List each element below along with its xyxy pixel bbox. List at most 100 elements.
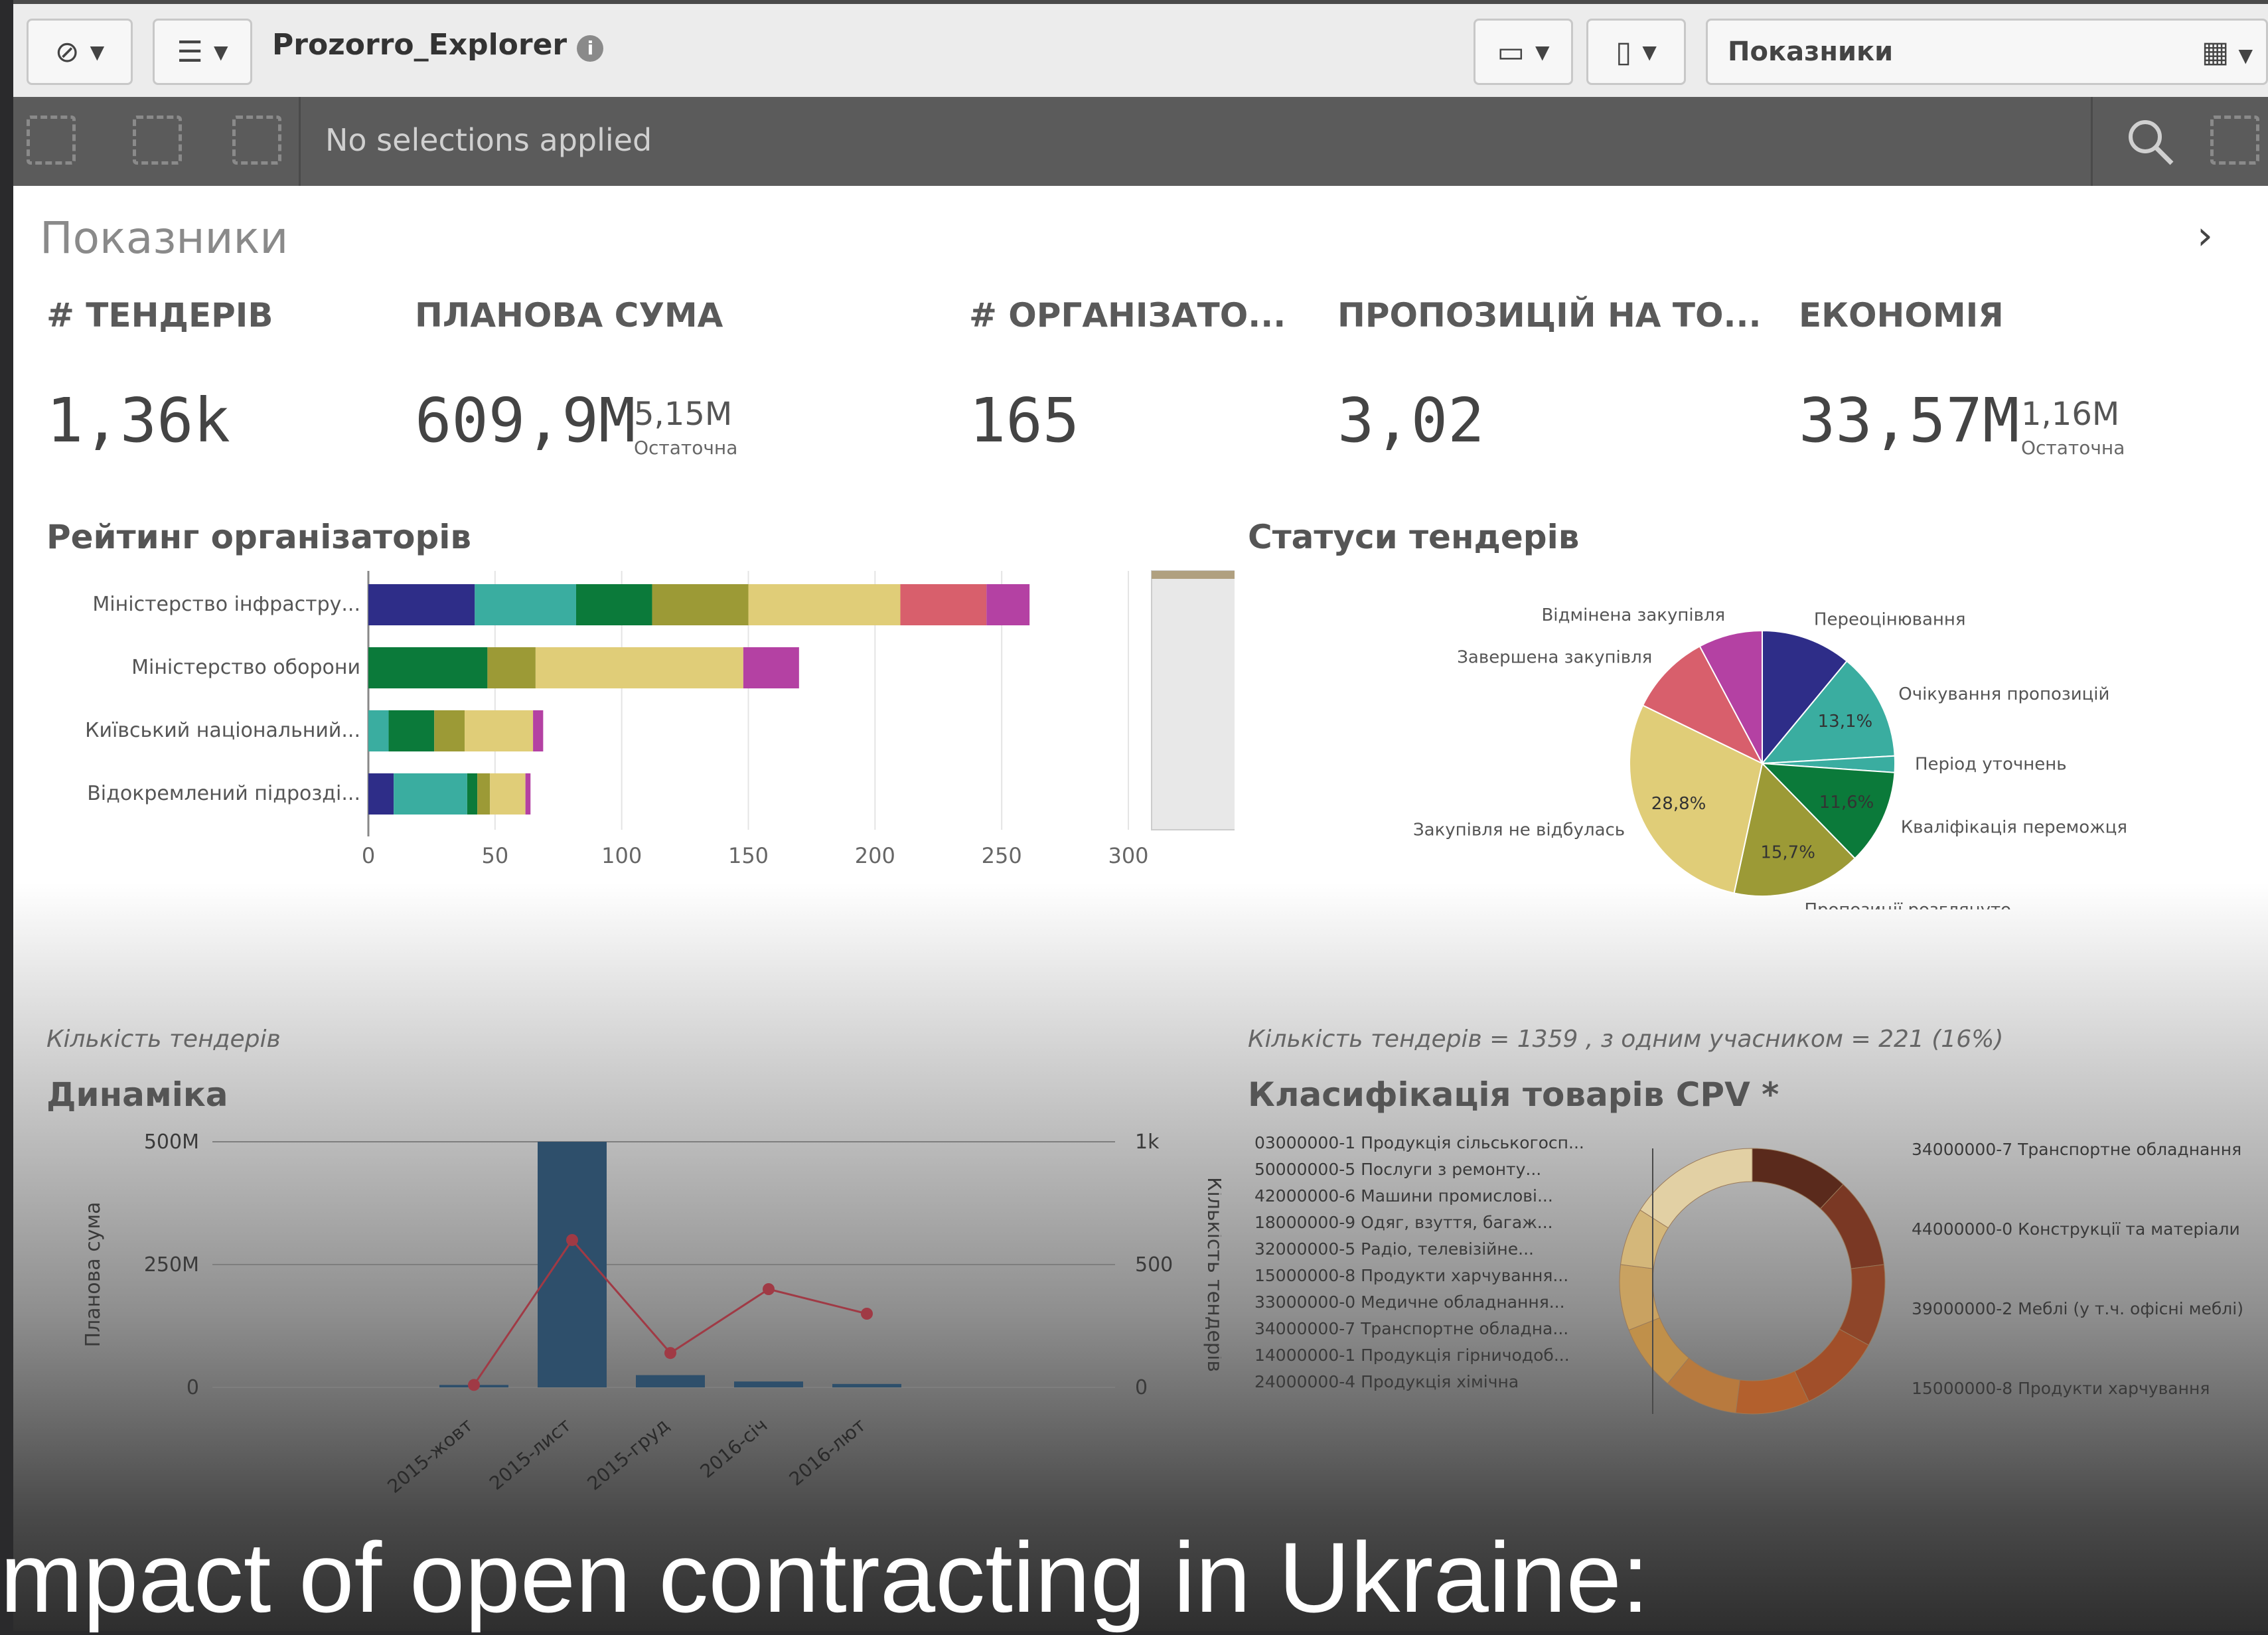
bar-segment [743, 647, 799, 688]
bar-segment [533, 710, 544, 751]
chevron-down-icon: ▼ [1642, 40, 1657, 63]
sheet-title: Показники [40, 212, 289, 264]
slice-percent-label: 28,8% [1651, 794, 1706, 814]
y2-tick-label: 1k [1135, 1130, 1160, 1154]
bar-segment [368, 773, 394, 815]
bar-segment [575, 584, 652, 625]
category-label: Міністерство інфрастру... [92, 593, 360, 616]
x-tick-label: 250 [982, 843, 1022, 868]
kpi-offers-value: 3,02 [1337, 385, 1485, 456]
scrollbar-track [1151, 570, 1235, 830]
bar-segment [368, 710, 389, 751]
x-tick-label: 2015-лист [485, 1414, 575, 1494]
bar-segment [652, 584, 749, 625]
slice-label: Завершена закупівля [1457, 647, 1652, 667]
search-icon[interactable] [2124, 116, 2177, 169]
x-tick-label: 200 [855, 843, 895, 868]
global-menu-button[interactable]: ☰ ▼ [153, 19, 252, 85]
line-point [763, 1283, 775, 1295]
chevron-right-icon[interactable]: › [2197, 212, 2213, 259]
bar-segment [535, 647, 743, 688]
dynamics-chart[interactable]: 500M 1k 250M 500 0 0 Планова сума Кількість тен… [40, 1129, 1221, 1540]
y-tick-label: 500M [144, 1130, 199, 1154]
list-icon: ☰ [177, 35, 203, 69]
kpi-planned-sum-value: 609,9M [415, 385, 636, 456]
kpi-savings-note: Остаточна [2021, 437, 2125, 459]
cpv-left-label: 34000000-7 Транспортне обладна... [1254, 1319, 1568, 1338]
rating-chart[interactable]: 0 50 100 150 200 250 300 Міністерство інфрастру… [40, 564, 1235, 909]
present-button[interactable]: ▭ ▼ [1474, 19, 1573, 85]
kpi-offers-label: ПРОПОЗИЦІЙ НА ТО... [1337, 296, 1762, 335]
bar-segment [465, 710, 534, 751]
bar [636, 1375, 705, 1387]
slice-label: Кваліфікація переможця [1901, 818, 2127, 838]
cpv-right-label: 44000000-0 Конструкції та матеріали [1912, 1219, 2240, 1239]
app-title: Prozorro_Explorer i [272, 28, 604, 62]
bar-segment [394, 773, 467, 815]
x-tick-label: 2016-лют [785, 1414, 870, 1490]
x-tick-label: 50 [481, 843, 508, 868]
slice-label: Переоцінювання [1814, 610, 1966, 630]
line-point [566, 1234, 578, 1246]
info-icon[interactable]: i [577, 35, 604, 62]
slice-label: Відмінена закупівля [1541, 605, 1725, 625]
bar-segment [477, 773, 491, 815]
donut-slice [1639, 1148, 1753, 1229]
kpi-savings-label: ЕКОНОМІЯ [1799, 296, 2004, 335]
cpv-left-label: 18000000-9 Одяг, взуття, багаж... [1254, 1213, 1553, 1232]
selections-bar: No selections applied [13, 97, 2268, 186]
category-label: Міністерство оборони [131, 656, 360, 679]
overlay-caption: mpact of open contracting in Ukraine: [0, 1521, 1649, 1633]
scrollbar-thumb [1152, 571, 1235, 579]
navigation-button[interactable]: ⊘ ▼ [27, 19, 133, 85]
line-point [468, 1379, 480, 1391]
y-axis-title: Планова сума [82, 1202, 105, 1348]
bar-segment [434, 710, 465, 751]
donut-slice [1794, 1328, 1869, 1402]
cpv-chart[interactable]: 03000000-1 Продукція сільськогосп... 5000… [1248, 1129, 2257, 1500]
slice-label: Період уточнень [1915, 754, 2067, 774]
cpv-caption: Кількість тендерів = 1359 , з одним учас… [1248, 1026, 2004, 1053]
bookmark-button[interactable]: ▯ ▼ [1586, 19, 1686, 85]
bar [734, 1381, 803, 1387]
sheet-area: Показники › # ТЕНДЕРІВ 1,36k ПЛАНОВА СУМ… [13, 186, 2268, 1631]
kpi-planned-sum-sub: 5,15M [634, 396, 733, 433]
selections-status: No selections applied [325, 122, 652, 158]
kpi-organizers-value: 165 [969, 385, 1080, 456]
chevron-down-icon: ▼ [213, 40, 228, 63]
bar [538, 1142, 607, 1387]
step-back-icon[interactable] [27, 116, 76, 165]
x-tick-label: 150 [728, 843, 769, 868]
kpi-tenders-value: 1,36k [46, 385, 230, 456]
status-chart[interactable]: Переоцінювання 13,1% Очікування пропозицій… [1248, 564, 2243, 909]
kpi-tenders-label: # ТЕНДЕРІВ [46, 296, 273, 335]
cpv-left-label: 32000000-5 Радіо, телевізійне... [1254, 1239, 1534, 1259]
bar-segment [467, 773, 478, 815]
dynamics-caption: Кількість тендерів [46, 1026, 281, 1053]
slice-label: Очікування пропозицій [1898, 684, 2109, 704]
selections-tool-icon[interactable] [2210, 116, 2259, 165]
clear-selections-icon[interactable] [232, 116, 281, 165]
slice-percent-label: 15,7% [1760, 843, 1815, 863]
bar [832, 1383, 901, 1387]
y2-axis-title: Кількість тендерів [1203, 1177, 1221, 1372]
kpi-organizers-label: # ОРГАНІЗАТО... [969, 296, 1286, 335]
bar-segment [748, 584, 901, 625]
bar-segment [900, 584, 987, 625]
kpi-planned-sum-label: ПЛАНОВА СУМА [415, 296, 723, 335]
slice-percent-label: 11,6% [1819, 793, 1874, 813]
cpv-chart-title: Класифікація товарів CPV * [1248, 1075, 1779, 1114]
y2-tick-label: 500 [1135, 1253, 1173, 1277]
x-tick-label: 300 [1108, 843, 1148, 868]
bar-segment [368, 647, 488, 688]
cpv-left-label: 15000000-8 Продукти харчування... [1254, 1266, 1568, 1285]
kpi-savings-value: 33,57M [1799, 385, 2020, 456]
category-label: Київський національний... [85, 719, 360, 742]
step-forward-icon[interactable] [133, 116, 182, 165]
x-tick-label: 100 [601, 843, 642, 868]
bar-segment [388, 710, 435, 751]
sheet-selector[interactable]: Показники ▦ ▼ [1706, 19, 2268, 85]
present-icon: ▭ [1497, 35, 1525, 69]
slice-label: Пропозиції розглянуто [1804, 900, 2011, 909]
line-point [664, 1347, 676, 1360]
